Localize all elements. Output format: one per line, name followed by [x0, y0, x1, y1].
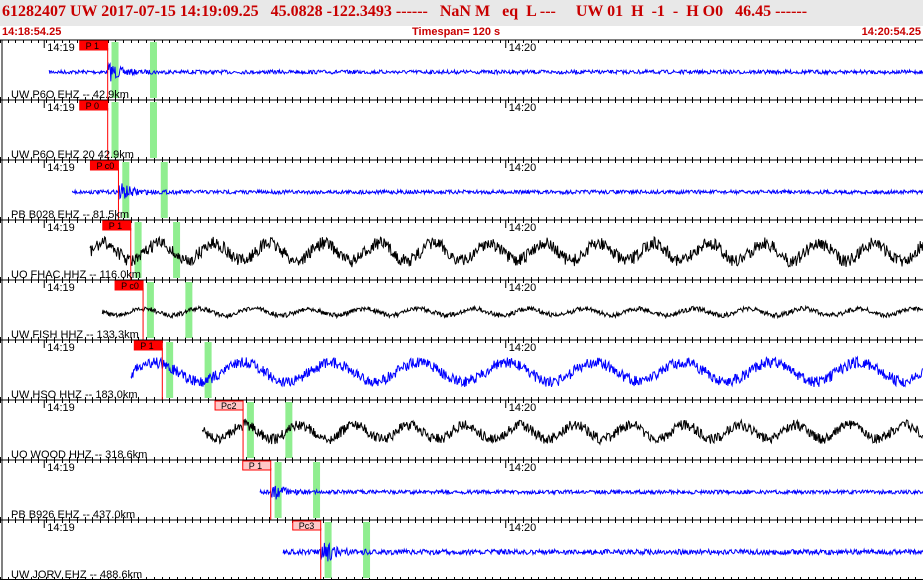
phase-pick-label: P c0	[121, 281, 139, 291]
phase-pick-label: P 1	[140, 341, 153, 351]
channel-row[interactable]: 14:19 14:20 Pc2 UO WOOD HHZ -- 318.6km	[0, 399, 923, 461]
minute-label: 14:19	[47, 462, 75, 474]
minute-label: 14:19	[47, 222, 75, 234]
waveform-trace[interactable]	[89, 235, 923, 268]
minute-label: 14:20	[509, 42, 537, 54]
phase-pick-label: P 0	[86, 101, 99, 111]
channel-row[interactable]: 14:19 14:20 P 1 UW P6O EHZ -- 42.9km	[0, 39, 923, 101]
station-label: PB B926 EHZ -- 437.0km	[11, 509, 135, 521]
minute-label: 14:19	[47, 42, 75, 54]
channel-row[interactable]: 14:19 14:20 P c0 UW FISH HHZ -- 133.3km	[0, 279, 923, 341]
phase-pick-label: P c0	[96, 161, 114, 171]
minute-label: 14:20	[509, 222, 537, 234]
minute-label: 14:20	[509, 162, 537, 174]
minute-label: 14:19	[47, 522, 75, 534]
minute-label: 14:19	[47, 282, 75, 294]
waveform-trace[interactable]	[282, 542, 923, 562]
minute-label: 14:19	[47, 102, 75, 114]
station-label: UO WOOD HHZ -- 318.6km	[11, 449, 147, 461]
amplitude-window[interactable]	[149, 102, 157, 158]
minute-label: 14:19	[47, 342, 75, 354]
channel-row[interactable]: 14:19 14:20 P 1 UO FHAC HHZ -- 116.0km	[0, 219, 923, 281]
channel-row[interactable]: 14:19 14:20 P 0 UW P6O EHZ 20 42.9km	[0, 99, 923, 161]
channel-row[interactable]: 14:19 14:20 P 1 PB B926 EHZ -- 437.0km	[0, 459, 923, 521]
amplitude-window[interactable]	[204, 342, 212, 398]
minute-label: 14:20	[509, 102, 537, 114]
seismogram-panel[interactable]: 14:19 14:20P 1UW P6O EHZ -- 42.9km14:19 14…	[0, 0, 923, 580]
waveform-trace[interactable]	[201, 418, 923, 446]
station-label: UO FHAC HHZ -- 116.0km	[11, 269, 141, 281]
station-label: UW P6O EHZ 20 42.9km	[11, 149, 134, 161]
waveform-trace[interactable]	[48, 62, 923, 82]
waveform-trace[interactable]	[130, 355, 923, 388]
phase-pick-label: Pc2	[221, 401, 237, 411]
channel-row[interactable]: 14:19 14:20 P 1 UW HSO HHZ -- 183.0km	[0, 339, 923, 401]
channel-row[interactable]: 14:19 14:20 P c0 PB B028 EHZ -- 81.5km	[0, 159, 923, 221]
minute-label: 14:20	[509, 522, 537, 534]
station-label: UW HSO HHZ -- 183.0km	[11, 389, 138, 401]
phase-pick-label: Pc3	[299, 521, 315, 531]
amplitude-window[interactable]	[149, 42, 157, 98]
phase-pick-label: P 1	[249, 461, 262, 471]
minute-label: 14:20	[509, 462, 537, 474]
channel-row[interactable]: 14:19 14:20 Pc3 UW JORV EHZ -- 488.6km	[0, 519, 923, 580]
minute-label: 14:19	[47, 402, 75, 414]
minute-label: 14:20	[509, 402, 537, 414]
station-label: UW JORV EHZ -- 488.6km	[11, 569, 142, 580]
minute-label: 14:20	[509, 282, 537, 294]
station-label: UW FISH HHZ -- 133.3km	[11, 329, 139, 341]
station-label: PB B028 EHZ -- 81.5km	[11, 209, 129, 221]
amplitude-window[interactable]	[173, 222, 181, 278]
phase-pick-label: P 1	[86, 41, 99, 51]
amplitude-window[interactable]	[363, 522, 371, 578]
minute-label: 14:19	[47, 162, 75, 174]
waveform-trace[interactable]	[259, 485, 923, 500]
minute-label: 14:20	[509, 342, 537, 354]
phase-pick-label: P 1	[109, 221, 122, 231]
waveform-trace[interactable]	[101, 304, 923, 320]
waveform-trace[interactable]	[71, 183, 923, 200]
station-label: UW P6O EHZ -- 42.9km	[11, 89, 129, 101]
